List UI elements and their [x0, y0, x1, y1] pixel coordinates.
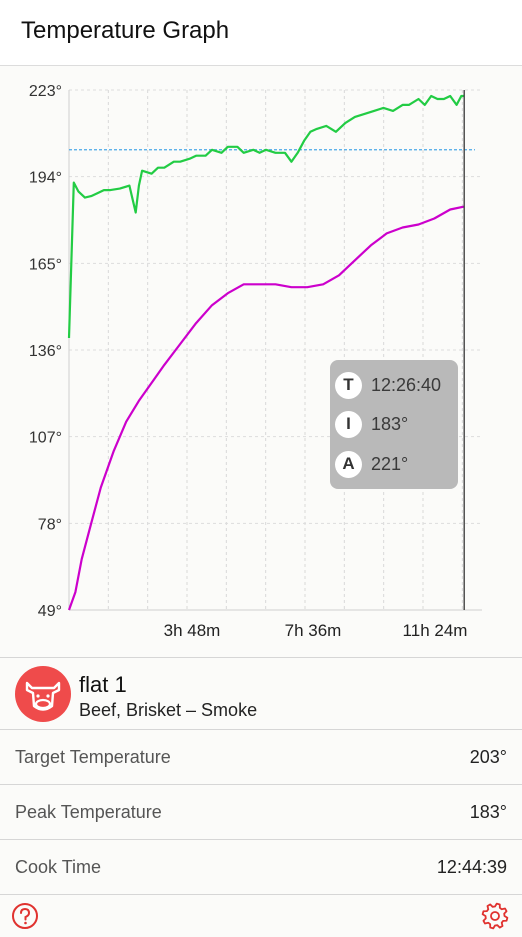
x-tick-label: 7h 36m — [285, 621, 342, 640]
x-tick-label: 3h 48m — [164, 621, 221, 640]
tooltip-ambient-value: 221° — [371, 453, 409, 474]
cow-icon — [15, 666, 71, 722]
cook-name: flat 1 — [79, 672, 127, 697]
y-tick-label: 49° — [38, 603, 62, 620]
help-icon — [12, 903, 38, 929]
internal-badge: I — [335, 410, 362, 438]
bottom-toolbar — [0, 895, 522, 937]
page-title: Temperature Graph — [21, 17, 230, 44]
cook-summary[interactable]: flat 1 Beef, Brisket – Smoke — [0, 657, 522, 730]
tooltip-time-value: 12:26:40 — [371, 374, 442, 395]
series-line-0 — [67, 94, 465, 339]
app-header: Temperature Graph — [0, 0, 522, 66]
gear-icon — [481, 902, 509, 930]
y-tick-label: 165° — [29, 256, 62, 273]
tooltip-row-time: T 12:26:40 — [335, 371, 441, 399]
stat-label: Target Temperature — [15, 747, 171, 767]
tooltip-row-ambient: A 221° — [335, 450, 408, 478]
settings-button[interactable] — [481, 902, 509, 930]
y-tick-label: 194° — [29, 170, 62, 187]
stat-value: 12:44:39 — [436, 857, 507, 877]
stat-value: 203° — [469, 747, 507, 767]
y-tick-label: 107° — [29, 430, 62, 447]
y-tick-label: 78° — [38, 516, 62, 533]
stat-label: Cook Time — [15, 857, 102, 877]
tooltip-internal-value: 183° — [371, 413, 409, 434]
time-badge: T — [335, 371, 362, 399]
stat-label: Peak Temperature — [15, 802, 162, 822]
y-tick-label: 136° — [29, 343, 62, 360]
tooltip-row-internal: I 183° — [335, 410, 408, 438]
ambient-badge: A — [335, 450, 362, 478]
x-tick-label: 11h 24m — [403, 621, 468, 640]
cook-subtitle: Beef, Brisket – Smoke — [79, 700, 258, 720]
help-button[interactable] — [11, 902, 39, 930]
cook-time-row: Cook Time 12:44:39 — [0, 840, 522, 895]
target-temperature-row: Target Temperature 203° — [0, 730, 522, 785]
temperature-chart[interactable]: 223° 194° 165° 136° 107° 78° 49° 3h 48m 7h 36m 11… — [0, 66, 522, 658]
y-tick-label: 223° — [29, 83, 62, 100]
stat-value: 183° — [469, 802, 507, 822]
peak-temperature-row: Peak Temperature 183° — [0, 785, 522, 840]
chart-tooltip: T 12:26:40 I 183° A 221° — [330, 360, 458, 489]
